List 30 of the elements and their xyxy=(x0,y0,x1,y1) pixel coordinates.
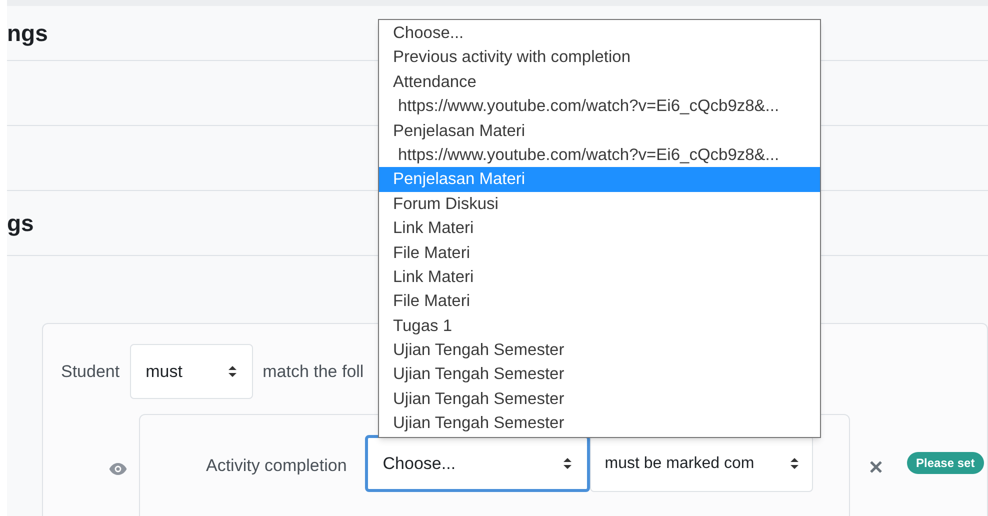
student-label: Student xyxy=(61,360,120,383)
dropdown-option[interactable]: Ujian Tengah Semester xyxy=(379,338,820,362)
match-text: match the foll xyxy=(262,360,364,383)
dropdown-option[interactable]: Tugas 1 xyxy=(379,314,820,338)
close-icon[interactable] xyxy=(870,461,882,473)
eye-icon[interactable] xyxy=(109,463,127,475)
dropdown-option[interactable]: Ujian Tengah Semester xyxy=(379,411,820,436)
activity-select[interactable]: Choose... xyxy=(364,435,590,492)
dropdown-option[interactable]: https://www.youtube.com/watch?v=Ei6_cQcb9z8&... xyxy=(379,94,820,119)
dropdown-option[interactable]: https://www.youtube.com/watch?v=Ei6_cQcb9z8&... xyxy=(379,142,820,168)
caret-icon xyxy=(562,457,572,470)
section-heading: gs xyxy=(7,208,34,238)
status-badge: Please set xyxy=(907,452,984,474)
completion-select[interactable]: must be marked com xyxy=(590,435,813,492)
caret-icon xyxy=(228,365,237,378)
dropdown-option[interactable]: Link Materi xyxy=(379,264,820,290)
dropdown-option[interactable]: Ujian Tengah Semester xyxy=(379,362,820,387)
section-heading: ngs xyxy=(7,18,48,48)
must-select[interactable]: must xyxy=(130,344,253,399)
dropdown-option[interactable]: Penjelasan Materi xyxy=(379,118,820,143)
caret-icon xyxy=(790,457,799,470)
dropdown-option[interactable]: Forum Diskusi xyxy=(379,192,820,216)
dropdown-option[interactable]: Attendance xyxy=(379,70,820,94)
dropdown-option[interactable]: File Materi xyxy=(379,240,820,265)
dropdown-option[interactable]: Ujian Tengah Semester xyxy=(379,386,820,412)
dropdown-option[interactable]: Link Materi xyxy=(379,216,820,241)
condition-label: Activity completion xyxy=(206,455,347,477)
dropdown-option[interactable]: File Materi xyxy=(379,289,820,314)
dropdown-option[interactable]: Choose... xyxy=(379,21,820,46)
dropdown-option[interactable]: Previous activity with completion xyxy=(379,45,820,70)
